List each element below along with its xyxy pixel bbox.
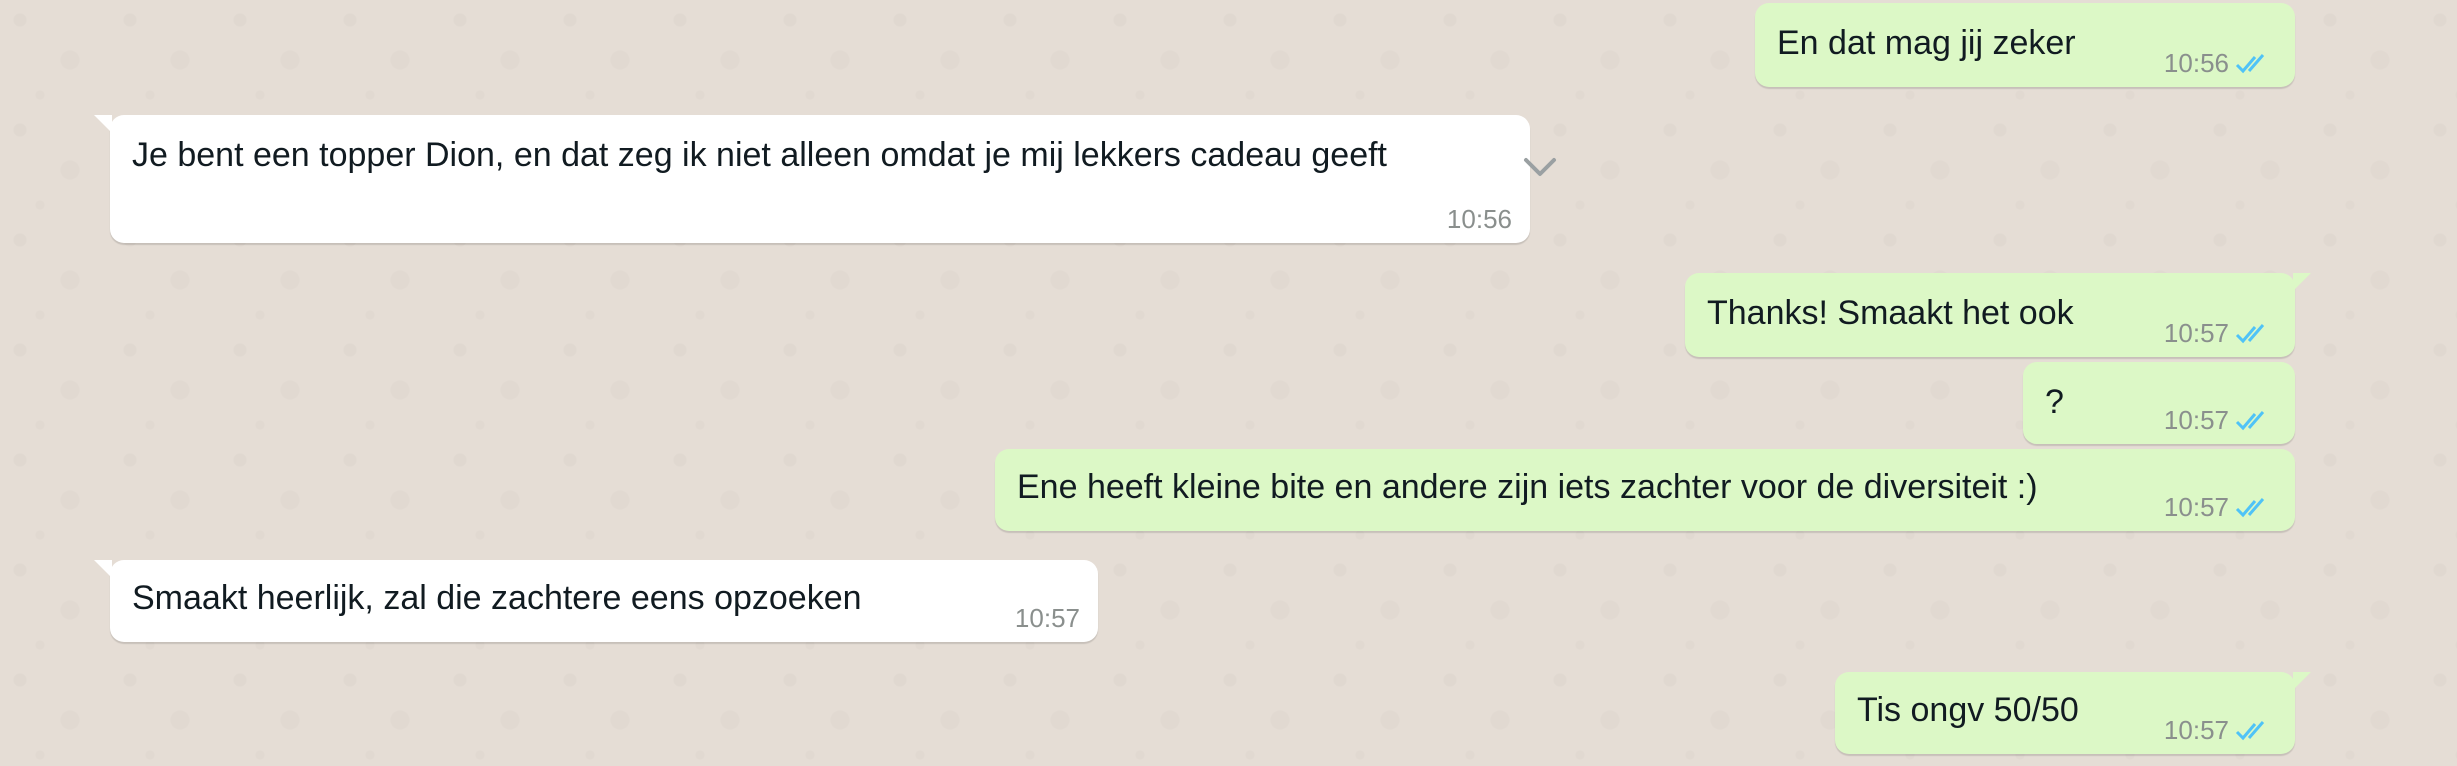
message-text: Tis ongv 50/50 — [1857, 691, 2079, 729]
message-meta: 10:57 — [2164, 318, 2275, 349]
outgoing-message[interactable]: ? 10:57 — [2023, 362, 2295, 444]
outgoing-message[interactable]: Thanks! Smaakt het ook 10:57 — [1685, 273, 2311, 357]
outgoing-message[interactable]: Ene heeft kleine bite en andere zijn iet… — [995, 449, 2295, 531]
double-check-icon — [2235, 719, 2275, 743]
message-time: 10:57 — [1014, 603, 1080, 633]
message-meta: 10:56 — [1447, 204, 1512, 235]
message-time: 10:56 — [1446, 204, 1512, 234]
message-time: 10:57 — [2163, 318, 2229, 348]
message-text: Ene heeft kleine bite en andere zijn iet… — [1017, 468, 2038, 506]
incoming-message[interactable]: Smaakt heerlijk, zal die zachtere eens o… — [94, 560, 1098, 642]
message-time: 10:57 — [2163, 715, 2229, 745]
incoming-message[interactable]: Je bent een topper Dion, en dat zeg ik n… — [94, 115, 1556, 243]
message-meta: 10:57 — [2164, 405, 2275, 436]
bubble-tail — [2293, 273, 2311, 291]
outgoing-message[interactable]: Tis ongv 50/50 10:57 — [1835, 672, 2311, 754]
chat-area: En dat mag jij zeker 10:56 Je bent een t… — [0, 0, 2457, 766]
message-text: En dat mag jij zeker — [1777, 24, 2076, 62]
message-text: Smaakt heerlijk, zal die zachtere eens o… — [132, 579, 862, 617]
message-text: ? — [2045, 383, 2064, 421]
message-time: 10:57 — [2163, 492, 2229, 522]
bubble-tail — [2293, 672, 2311, 690]
message-time: 10:56 — [2163, 48, 2229, 78]
bubble-tail — [94, 115, 112, 133]
message-meta: 10:57 — [2164, 492, 2275, 523]
double-check-icon — [2235, 52, 2275, 76]
double-check-icon — [2235, 409, 2275, 433]
bubble-tail — [94, 560, 112, 578]
message-meta: 10:57 — [2164, 715, 2275, 746]
message-text: Je bent een topper Dion, en dat zeg ik n… — [132, 136, 1387, 174]
message-meta: 10:57 — [1015, 603, 1080, 634]
message-meta: 10:56 — [2164, 48, 2275, 79]
outgoing-message[interactable]: En dat mag jij zeker 10:56 — [1755, 3, 2295, 87]
double-check-icon — [2235, 496, 2275, 520]
message-time: 10:57 — [2163, 405, 2229, 435]
double-check-icon — [2235, 322, 2275, 346]
chevron-down-icon[interactable] — [1510, 137, 1570, 197]
message-text: Thanks! Smaakt het ook — [1707, 294, 2074, 332]
